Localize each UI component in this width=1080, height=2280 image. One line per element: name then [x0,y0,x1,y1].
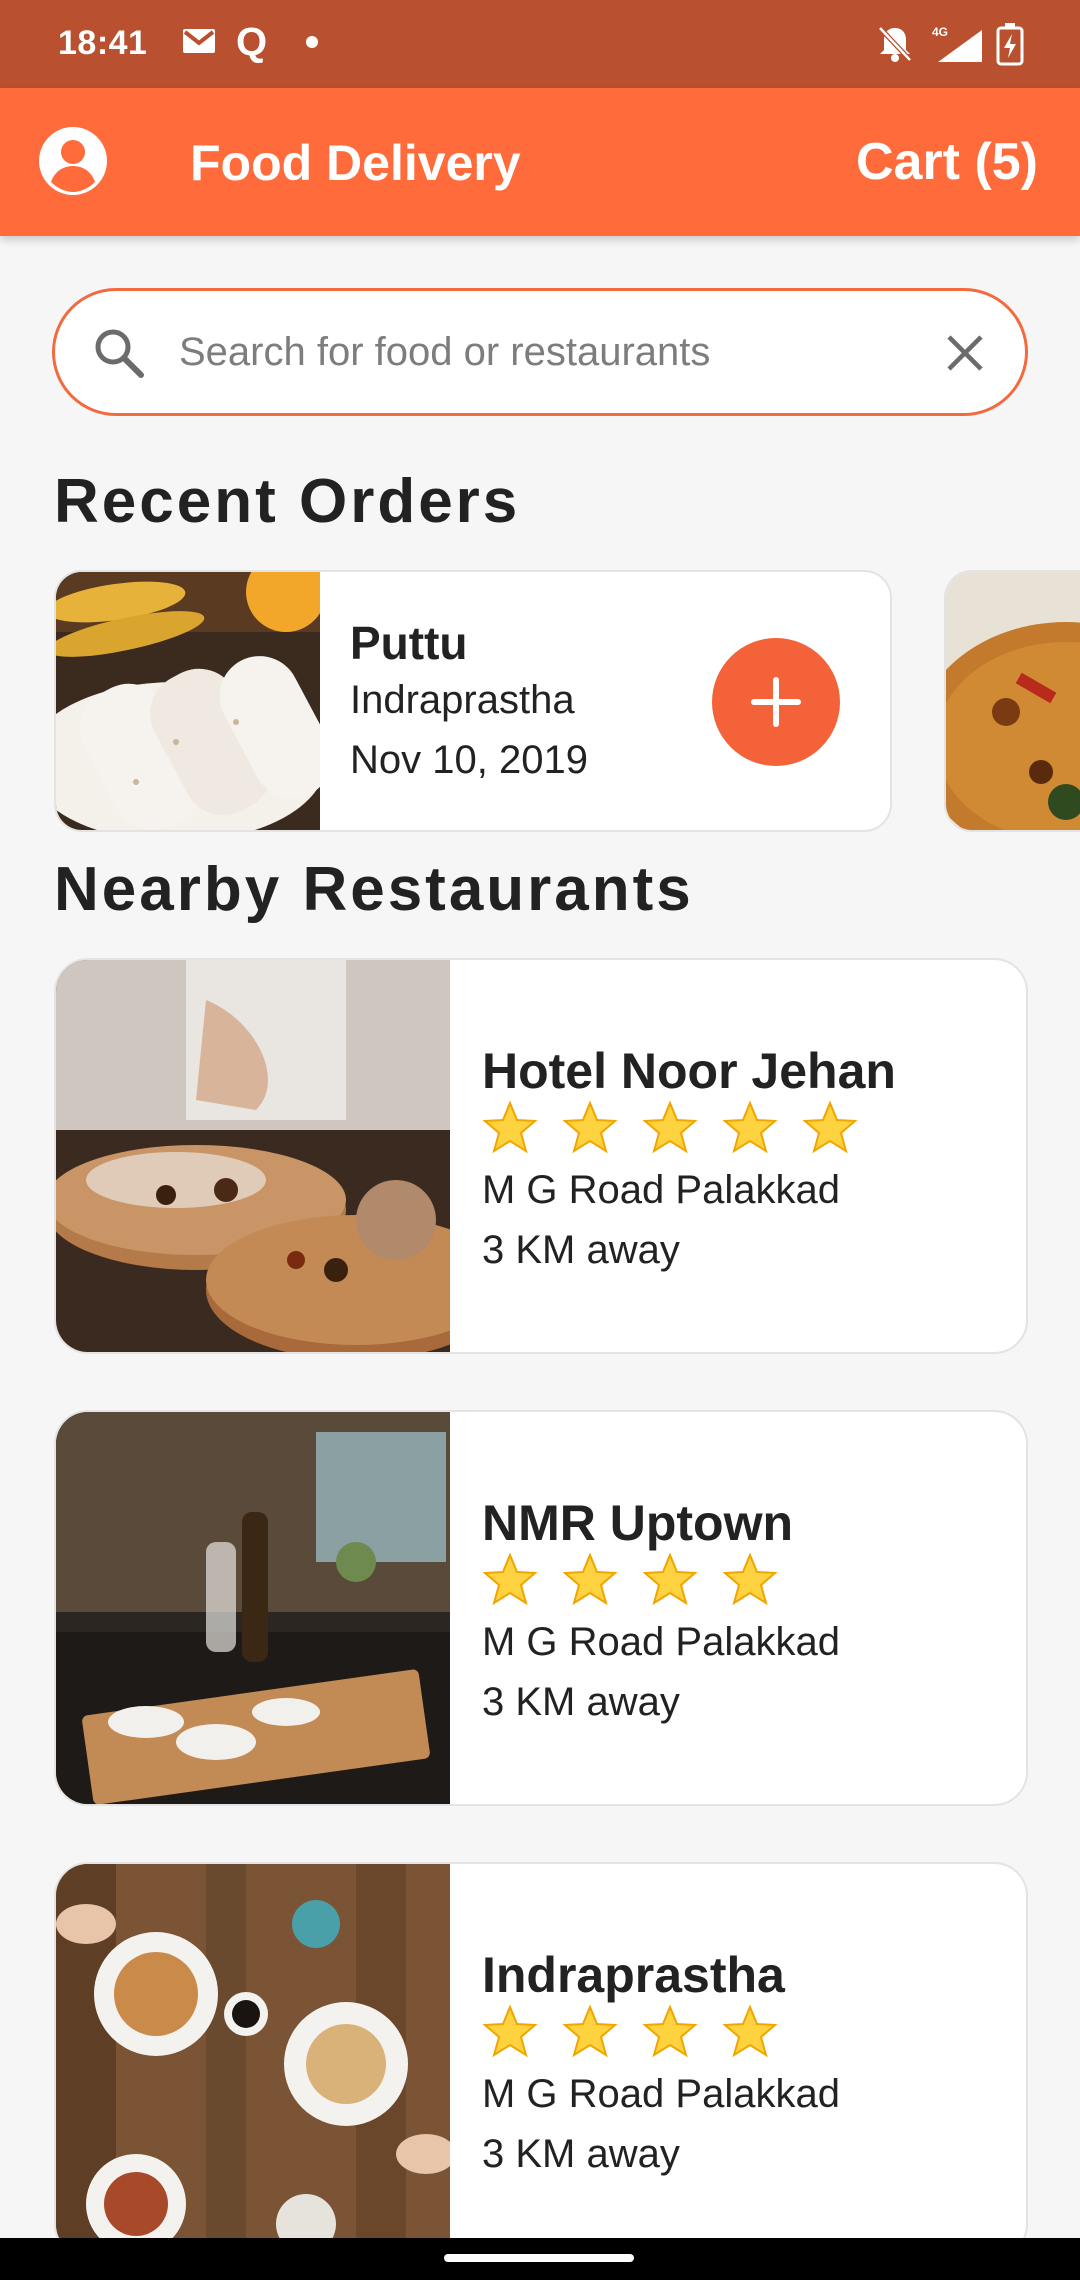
star-icon [802,1100,858,1154]
app-bar: Food Delivery Cart (5) [0,88,1080,236]
recent-order-card[interactable]: Puttu Indraprastha Nov 10, 2019 [54,570,892,832]
restaurant-image-nmr-uptown [56,1412,450,1804]
notifications-off-icon [878,26,912,62]
q-app-icon: Q [236,20,268,64]
restaurant-card[interactable]: NMR Uptown M G Road Palakkad 3 KM away [54,1410,1028,1806]
restaurant-address: M G Road Palakkad [482,1168,840,1212]
account-circle-icon[interactable] [38,126,108,196]
star-icon [642,1552,698,1606]
star-icon [642,1100,698,1154]
cart-button[interactable]: Cart (5) [856,132,1038,192]
star-icon [722,1552,778,1606]
restaurant-distance: 3 KM away [482,1228,680,1272]
search-bar[interactable] [52,288,1028,416]
restaurant-name: Hotel Noor Jehan [482,1043,896,1099]
notification-dot-icon [306,36,318,48]
restaurant-image-hotel-noor-jehan [56,960,450,1352]
app-title: Food Delivery [190,135,521,191]
close-icon[interactable] [941,329,989,377]
restaurant-distance: 3 KM away [482,2132,680,2176]
restaurant-name: Indraprastha [482,1947,785,2003]
system-nav-bar [0,2238,1080,2280]
star-icon [562,1100,618,1154]
star-icon [482,1552,538,1606]
nearby-restaurants-title: Nearby Restaurants [54,855,694,924]
status-bar: 18:41 Q 4G [0,0,1080,88]
star-icon [562,2004,618,2058]
restaurant-card[interactable]: Hotel Noor Jehan M G Road Palakkad 3 KM … [54,958,1028,1354]
star-icon [482,2004,538,2058]
restaurant-name: NMR Uptown [482,1495,794,1551]
order-item-name: Puttu [350,617,468,669]
network-label: 4G [932,25,948,39]
restaurant-address: M G Road Palakkad [482,2072,840,2116]
order-date: Nov 10, 2019 [350,738,588,782]
rating-stars [482,2004,802,2064]
rating-stars [482,1552,802,1612]
star-icon [562,1552,618,1606]
rating-stars [482,1100,882,1160]
plus-icon [751,677,801,727]
restaurant-address: M G Road Palakkad [482,1620,840,1664]
signal-icon: 4G [932,25,982,62]
star-icon [482,1100,538,1154]
food-image-curry [946,572,1080,830]
recent-orders-title: Recent Orders [54,467,521,536]
restaurant-image-indraprastha [56,1864,450,2256]
gmail-icon [183,29,215,53]
restaurant-card[interactable]: Indraprastha M G Road Palakkad 3 KM away [54,1862,1028,2258]
search-icon [95,329,144,378]
star-icon [642,2004,698,2058]
star-icon [722,2004,778,2058]
restaurant-distance: 3 KM away [482,1680,680,1724]
home-gesture-handle[interactable] [444,2254,634,2262]
search-input[interactable] [179,309,969,395]
status-time: 18:41 [58,24,148,62]
food-image-puttu [56,572,320,830]
reorder-add-button[interactable] [712,638,840,766]
recent-order-card-partial[interactable] [944,570,1080,832]
star-icon [722,1100,778,1154]
battery-charging-icon [996,23,1024,66]
order-restaurant: Indraprastha [350,678,575,722]
